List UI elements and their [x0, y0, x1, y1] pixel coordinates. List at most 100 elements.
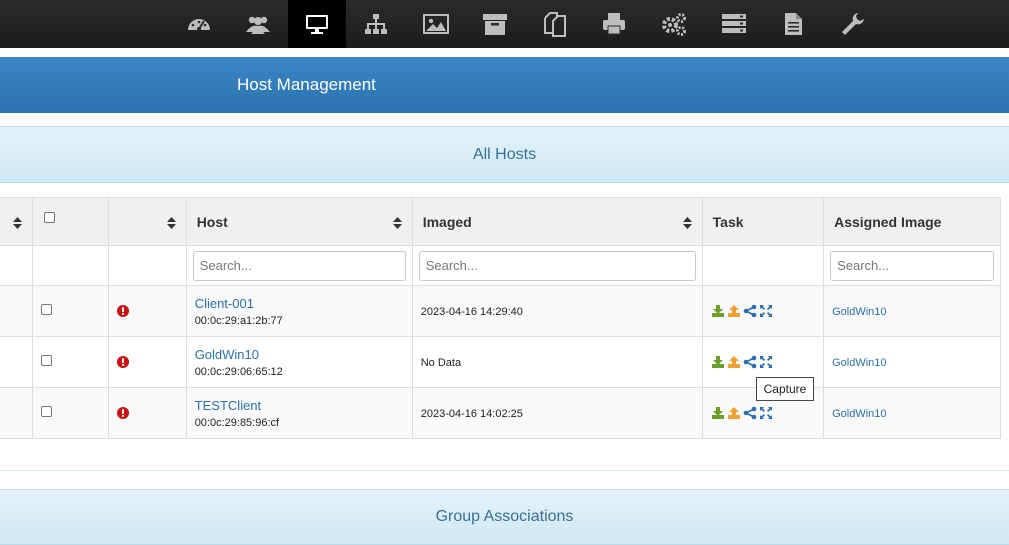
column-header-host[interactable]: Host — [185, 197, 413, 246]
column-header-task: Task — [701, 197, 825, 246]
printer-icon[interactable] — [585, 0, 643, 48]
all-hosts-section-title: All Hosts — [0, 126, 1009, 183]
row-assigned-image-cell: GoldWin10 — [823, 336, 1001, 388]
sort-icon — [682, 217, 692, 229]
assigned-image-link[interactable]: GoldWin10 — [832, 306, 886, 318]
dashboard-icon[interactable] — [170, 0, 228, 48]
imaged-search-input[interactable] — [418, 250, 696, 281]
file-icon[interactable] — [764, 0, 822, 48]
assigned-image-link[interactable]: GoldWin10 — [832, 357, 886, 369]
host-name-link[interactable]: GoldWin10 — [195, 347, 412, 362]
host-name-link[interactable]: TESTClient — [195, 398, 412, 413]
server-icon[interactable] — [705, 0, 763, 48]
column-header-imaged-label: Imaged — [422, 213, 472, 230]
row-assigned-image-cell: GoldWin10 — [823, 285, 1001, 337]
imaged-date: No Data — [420, 357, 462, 369]
row-host-cell: Client-001 00:0c:29:a1:2b:77 — [185, 285, 413, 337]
top-navigation — [0, 0, 1009, 48]
row-checkbox-cell — [32, 387, 110, 439]
column-header-imaged[interactable]: Imaged — [411, 197, 703, 246]
column-header-status[interactable] — [108, 197, 187, 246]
table-row: TESTClient 00:0c:29:85:96:cf 2023-04-16 … — [0, 387, 1001, 439]
deploy-icon[interactable] — [711, 406, 725, 420]
row-status-cell — [108, 387, 187, 439]
capture-icon[interactable] — [727, 406, 741, 420]
sort-icon — [392, 217, 402, 229]
sitemap-icon[interactable] — [347, 0, 405, 48]
filter-cell — [32, 245, 110, 286]
table-row: GoldWin10 00:0c:29:06:65:12 No Data Gold… — [0, 336, 1001, 388]
archive-icon[interactable] — [466, 0, 524, 48]
row-spacer-cell — [0, 285, 34, 337]
table-filter-row — [0, 245, 1001, 286]
column-header-host-label: Host — [196, 213, 228, 230]
row-status-cell — [108, 336, 187, 388]
row-imaged-cell: 2023-04-16 14:02:25 — [411, 387, 703, 439]
row-assigned-image-cell: GoldWin10 — [823, 387, 1001, 439]
row-imaged-cell: 2023-04-16 14:29:40 — [411, 285, 703, 337]
gears-icon[interactable] — [645, 0, 703, 48]
row-status-cell — [108, 285, 187, 337]
copy-icon[interactable] — [526, 0, 584, 48]
assigned-image-search-input[interactable] — [830, 250, 994, 281]
group-associations-section-title: Group Associations — [0, 489, 1009, 545]
host-search-input[interactable] — [192, 250, 406, 281]
filter-cell — [823, 245, 1001, 286]
sort-icon — [166, 217, 176, 229]
row-spacer-cell — [0, 336, 34, 388]
imaged-date: 2023-04-16 14:29:40 — [420, 306, 523, 318]
table-header-row: Host Imaged Task Assigned Image — [0, 197, 1001, 246]
column-header-assigned-image[interactable]: Assigned Image — [823, 197, 1001, 246]
column-header-sort[interactable] — [0, 197, 34, 246]
capture-tooltip: Capture — [756, 377, 814, 401]
share-icon[interactable] — [743, 406, 757, 420]
expand-icon[interactable] — [759, 304, 773, 318]
expand-icon[interactable] — [759, 355, 773, 369]
share-icon[interactable] — [743, 355, 757, 369]
filter-cell — [411, 245, 703, 286]
row-checkbox-cell — [32, 336, 110, 388]
hosts-table: Host Imaged Task Assigned Image Client-0… — [0, 197, 1001, 439]
row-task-cell — [701, 285, 825, 337]
column-header-task-label: Task — [712, 213, 744, 230]
alert-icon — [117, 356, 185, 368]
select-all-checkbox[interactable] — [44, 212, 56, 223]
filter-cell — [701, 245, 825, 286]
row-checkbox[interactable] — [41, 406, 53, 417]
filter-cell — [0, 245, 34, 286]
capture-icon[interactable] — [727, 355, 741, 369]
host-mac-address: 00:0c:29:06:65:12 — [194, 365, 283, 378]
filter-cell — [108, 245, 187, 286]
alert-icon — [117, 305, 185, 317]
capture-icon[interactable] — [727, 304, 741, 318]
page-title: Host Management — [237, 75, 376, 94]
row-imaged-cell: No Data — [411, 336, 703, 388]
table-row: Client-001 00:0c:29:a1:2b:77 2023-04-16 … — [0, 285, 1001, 337]
users-icon[interactable] — [229, 0, 287, 48]
row-checkbox[interactable] — [41, 304, 53, 315]
monitor-icon[interactable] — [288, 0, 346, 48]
deploy-icon[interactable] — [711, 355, 725, 369]
expand-icon[interactable] — [759, 406, 773, 420]
host-mac-address: 00:0c:29:85:96:cf — [194, 416, 280, 429]
wrench-icon[interactable] — [823, 0, 881, 48]
row-spacer-cell — [0, 387, 34, 439]
row-checkbox[interactable] — [41, 355, 53, 366]
image-icon[interactable] — [407, 0, 465, 48]
alert-icon — [117, 407, 185, 419]
row-host-cell: TESTClient 00:0c:29:85:96:cf — [185, 387, 413, 439]
filter-cell — [185, 245, 413, 286]
section-divider — [0, 470, 1009, 471]
imaged-date: 2023-04-16 14:02:25 — [420, 408, 523, 420]
deploy-icon[interactable] — [711, 304, 725, 318]
row-host-cell: GoldWin10 00:0c:29:06:65:12 — [185, 336, 413, 388]
sort-icon — [13, 217, 23, 229]
share-icon[interactable] — [743, 304, 757, 318]
row-checkbox-cell — [32, 285, 110, 337]
column-header-select-all — [32, 197, 110, 246]
host-name-link[interactable]: Client-001 — [195, 296, 412, 311]
assigned-image-link[interactable]: GoldWin10 — [832, 408, 886, 420]
page-header: Host Management — [0, 57, 1009, 113]
host-mac-address: 00:0c:29:a1:2b:77 — [194, 314, 283, 327]
column-header-assigned-image-label: Assigned Image — [834, 213, 942, 230]
